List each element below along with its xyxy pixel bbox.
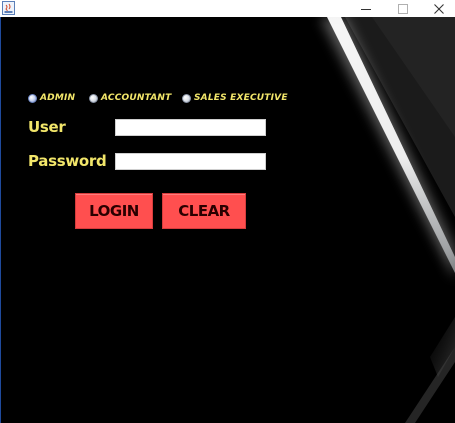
close-button[interactable] bbox=[421, 0, 455, 17]
radio-indicator[interactable] bbox=[89, 93, 98, 103]
maximize-button[interactable] bbox=[385, 0, 421, 17]
title-bar bbox=[0, 0, 455, 17]
radio-indicator[interactable] bbox=[182, 93, 191, 103]
close-icon bbox=[434, 3, 444, 14]
radio-indicator[interactable] bbox=[28, 93, 37, 103]
role-radio-label: SALES EXECUTIVE bbox=[194, 93, 288, 103]
role-radio-accountant[interactable]: ACCOUNTANT bbox=[89, 93, 171, 103]
user-label: User bbox=[28, 118, 66, 136]
user-input[interactable] bbox=[115, 119, 266, 136]
role-radio-admin[interactable]: ADMIN bbox=[28, 93, 75, 103]
clear-button[interactable]: CLEAR bbox=[162, 193, 246, 229]
password-label: Password bbox=[28, 152, 107, 170]
content-panel: ADMIN ACCOUNTANT SALES EXECUTIVE User Pa… bbox=[0, 17, 455, 423]
role-radio-label: ACCOUNTANT bbox=[101, 93, 172, 103]
minimize-icon bbox=[361, 4, 371, 14]
password-input[interactable] bbox=[115, 153, 266, 170]
left-border bbox=[0, 17, 1, 423]
login-button[interactable]: LOGIN bbox=[75, 193, 153, 229]
login-window: ADMIN ACCOUNTANT SALES EXECUTIVE User Pa… bbox=[0, 0, 455, 423]
role-radio-label: ADMIN bbox=[40, 93, 76, 103]
java-app-icon bbox=[2, 1, 15, 15]
role-radio-sales-executive[interactable]: SALES EXECUTIVE bbox=[182, 93, 288, 103]
minimize-button[interactable] bbox=[348, 0, 384, 17]
maximize-icon bbox=[398, 3, 408, 14]
